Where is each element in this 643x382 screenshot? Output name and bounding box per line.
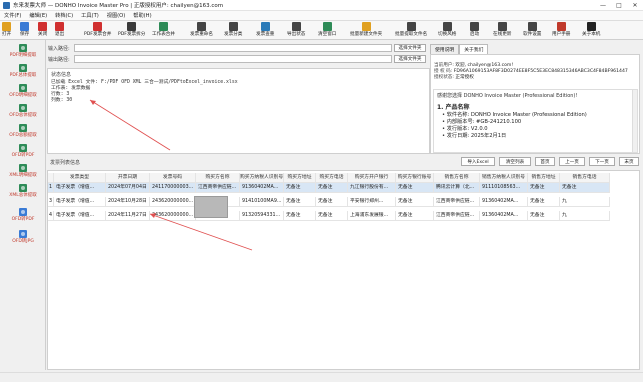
annotation-arrowhead [90, 100, 96, 105]
annotation-arrows [89, 99, 253, 251]
annotation-arrow [89, 99, 171, 151]
annotation-arrow [149, 213, 253, 251]
